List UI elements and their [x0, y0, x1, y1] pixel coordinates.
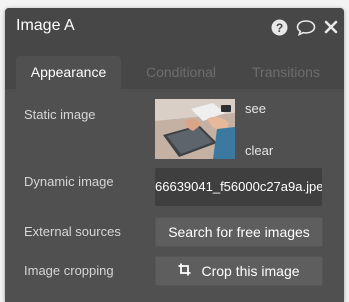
svg-text:?: ?	[276, 21, 283, 35]
tab-transitions[interactable]: Transitions	[235, 56, 337, 89]
see-image-link[interactable]: see	[245, 101, 266, 116]
titlebar-icons: ?	[263, 16, 338, 38]
crop-image-button[interactable]: Crop this image	[155, 256, 323, 286]
crop-button-label: Crop this image	[201, 263, 300, 279]
help-icon[interactable]: ?	[271, 19, 288, 36]
external-sources-label: External sources	[24, 224, 121, 239]
static-image-thumbnail[interactable]	[155, 99, 235, 159]
dynamic-image-field[interactable]: 66639041_f56000c27a9a.jpeg	[155, 168, 322, 206]
tab-appearance[interactable]: Appearance	[16, 56, 121, 89]
image-cropping-label: Image cropping	[24, 263, 114, 278]
comment-icon[interactable]	[296, 19, 316, 36]
static-image-label: Static image	[24, 107, 96, 122]
search-free-images-button[interactable]: Search for free images	[155, 217, 323, 247]
clear-image-link[interactable]: clear	[245, 143, 273, 158]
dynamic-image-label: Dynamic image	[24, 174, 114, 189]
dynamic-image-value: 66639041_f56000c27a9a.jpeg	[155, 179, 322, 194]
panel-titlebar: Image A ?	[5, 8, 344, 46]
property-editor-panel: Image A ? Appearance Conditional Transit…	[5, 8, 344, 302]
tab-bar: Appearance Conditional Transitions	[5, 46, 344, 89]
tab-conditional[interactable]: Conditional	[129, 56, 233, 89]
panel-title: Image A	[16, 17, 75, 34]
crop-icon	[178, 256, 191, 286]
close-icon[interactable]	[324, 20, 338, 34]
